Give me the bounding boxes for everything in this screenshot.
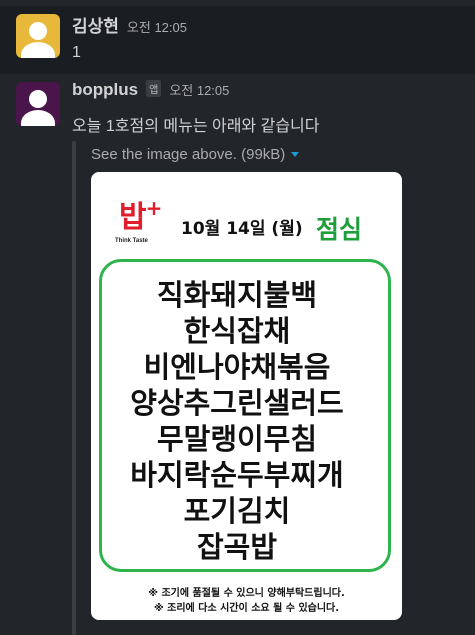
timestamp[interactable]: 오전 12:05 xyxy=(127,17,187,36)
attachment-bar xyxy=(72,141,76,635)
message-header: bopplus 앱 오전 12:05 xyxy=(72,80,229,100)
avatar-body-icon xyxy=(21,42,55,58)
logo: 밥+ xyxy=(119,192,162,236)
logo-plus: + xyxy=(145,196,163,220)
menu-date: 10월 14일 (월) xyxy=(181,219,303,239)
attachment-caption-text: See the image above. (99kB) xyxy=(91,146,286,163)
message-header: 김상현 오전 12:05 xyxy=(72,12,187,37)
avatar-head-icon xyxy=(29,90,47,108)
avatar-head-icon xyxy=(29,22,47,40)
app-badge: 앱 xyxy=(146,80,162,97)
attachment-caption[interactable]: See the image above. (99kB) xyxy=(91,146,300,163)
message-text: 오늘 1호점의 메뉴는 아래와 같습니다 xyxy=(72,118,320,135)
avatar[interactable] xyxy=(16,82,60,126)
avatar-body-icon xyxy=(21,110,55,126)
logo-text: 밥 xyxy=(119,200,147,235)
message-text: 1 xyxy=(72,44,81,61)
chevron-down-icon[interactable] xyxy=(291,152,300,157)
logo-tagline: Think Taste xyxy=(115,238,148,244)
menu-item: 잡곡밥 xyxy=(196,530,278,564)
message-1[interactable]: 김상현 오전 12:05 1 xyxy=(0,6,475,74)
meal-label: 점심 xyxy=(316,215,363,244)
menu-image[interactable]: 밥+ Think Taste 10월 14일 (월) 점심 직화돼지불백 한식잡… xyxy=(91,172,402,620)
author-name[interactable]: 김상현 xyxy=(72,12,119,37)
menu-note: ※ 조리에 다소 시간이 소요 될 수 있습니다. xyxy=(153,603,340,614)
timestamp[interactable]: 오전 12:05 xyxy=(169,80,229,99)
menu-note: ※ 조기에 품절될 수 있으니 양해부탁드립니다. xyxy=(148,588,345,599)
author-name[interactable]: bopplus xyxy=(72,80,138,100)
avatar[interactable] xyxy=(16,14,60,58)
